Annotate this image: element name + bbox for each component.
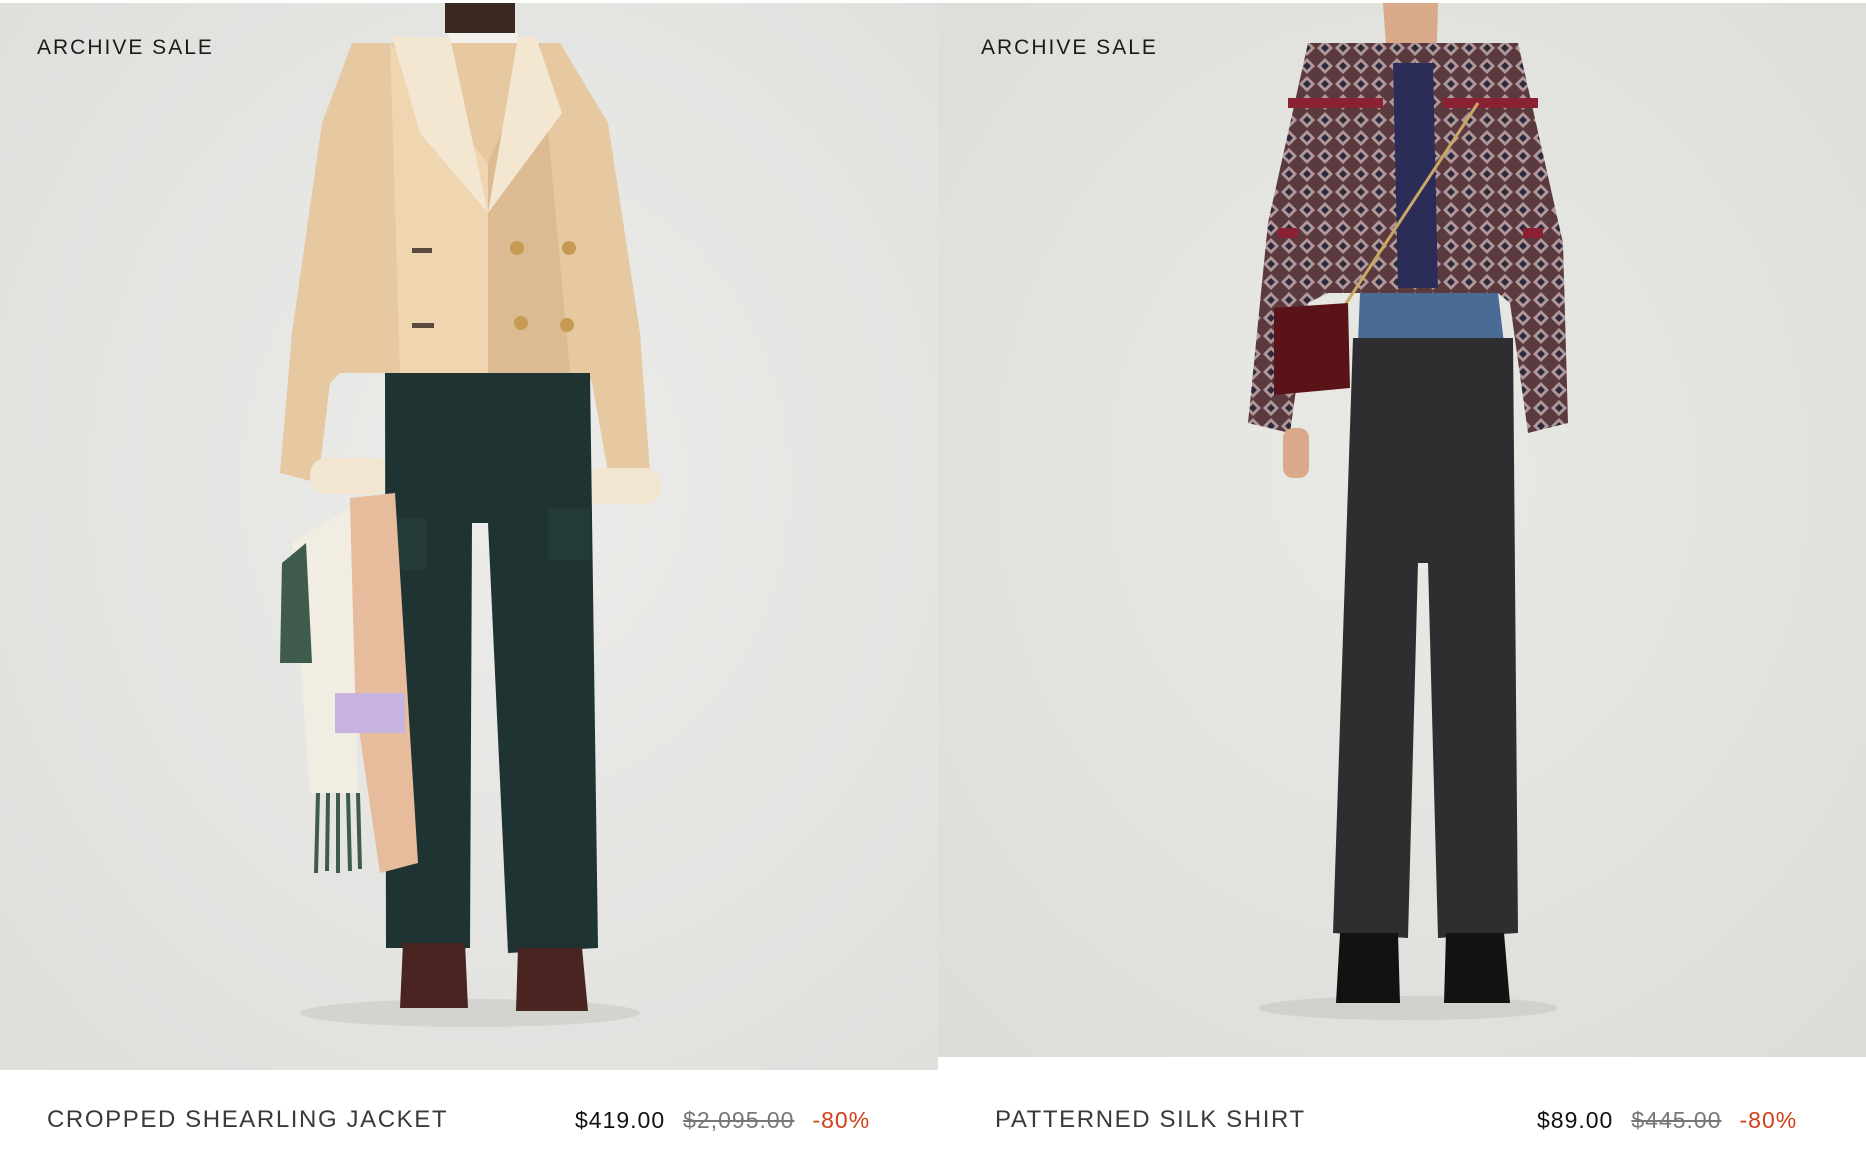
discount-badge: -80% bbox=[812, 1106, 871, 1133]
product-name[interactable]: CROPPED SHEARLING JACKET bbox=[47, 1106, 448, 1134]
product-photo-jacket bbox=[0, 3, 938, 1070]
sale-price: $419.00 bbox=[575, 1106, 666, 1133]
original-price: $2,095.00 bbox=[683, 1106, 795, 1133]
archive-sale-badge: ARCHIVE SALE bbox=[37, 36, 214, 59]
price-block: $89.00 $445.00 -80% bbox=[1537, 1107, 1797, 1134]
product-image[interactable] bbox=[0, 3, 938, 1070]
product-name[interactable]: PATTERNED SILK SHIRT bbox=[995, 1106, 1306, 1134]
product-card[interactable]: ARCHIVE SALE PATTERNED SILK SHIRT $89.00… bbox=[933, 0, 1866, 1164]
price-block: $419.00 $2,095.00 -80% bbox=[575, 1107, 870, 1134]
product-photo-shirt bbox=[938, 3, 1866, 1057]
sale-price: $89.00 bbox=[1537, 1106, 1614, 1133]
product-info: PATTERNED SILK SHIRT $89.00 $445.00 -80% bbox=[995, 1100, 1835, 1140]
discount-badge: -80% bbox=[1739, 1106, 1798, 1133]
product-image[interactable] bbox=[938, 3, 1866, 1057]
product-card[interactable]: ARCHIVE SALE CROPPED SHEARLING JACKET $4… bbox=[0, 0, 938, 1164]
product-grid: ARCHIVE SALE CROPPED SHEARLING JACKET $4… bbox=[0, 0, 1866, 1164]
archive-sale-badge: ARCHIVE SALE bbox=[981, 36, 1158, 59]
product-info: CROPPED SHEARLING JACKET $419.00 $2,095.… bbox=[47, 1100, 887, 1140]
original-price: $445.00 bbox=[1631, 1106, 1722, 1133]
